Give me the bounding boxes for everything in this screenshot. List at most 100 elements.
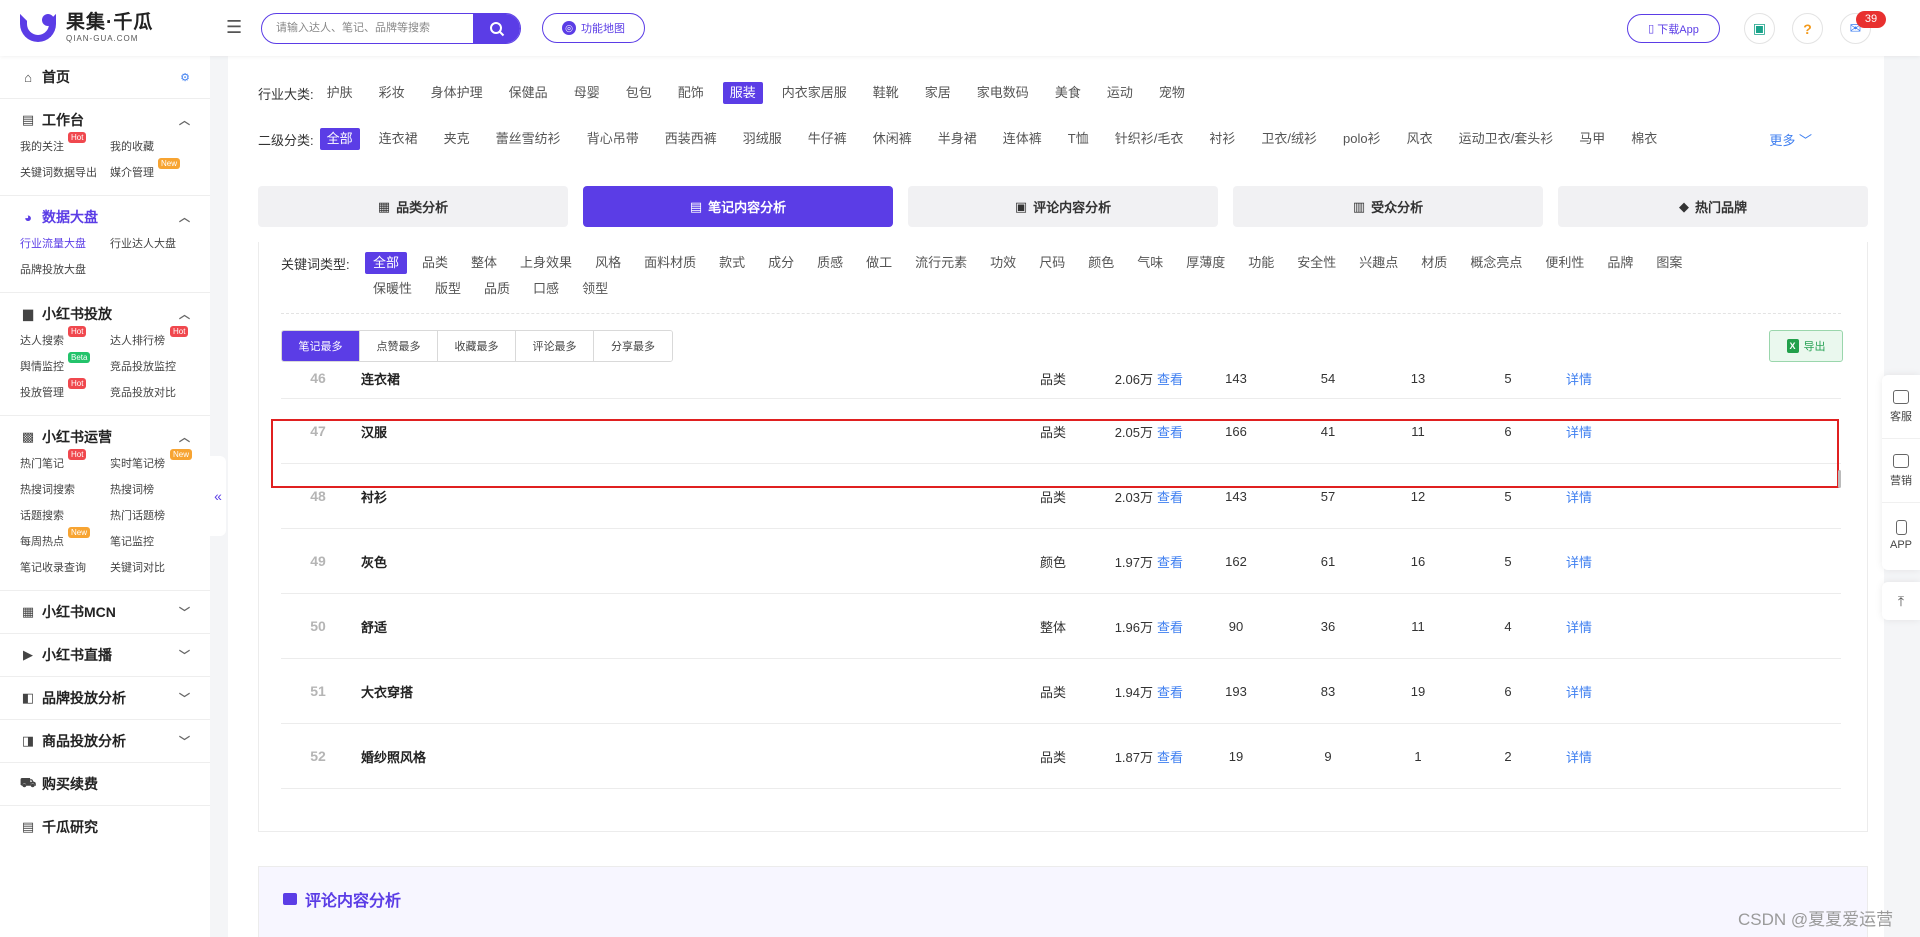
keyword-type-chip[interactable]: 材质 [1413, 252, 1455, 274]
sidebar-section-workbench[interactable]: ▤ 工作台 ︿ [20, 99, 190, 141]
view-link[interactable]: 查看 [1157, 724, 1183, 788]
keyword-type-chip[interactable]: 图案 [1648, 252, 1690, 274]
keyword-type-chip[interactable]: 功能 [1240, 252, 1282, 274]
industry-chip[interactable]: 宠物 [1152, 82, 1192, 104]
sidebar-section-xhs-ops[interactable]: ▩ 小红书运营 ︿ [20, 416, 190, 458]
download-app-button[interactable]: ▯ 下载App [1627, 14, 1720, 43]
industry-chip[interactable]: 服装 [722, 82, 763, 104]
sidebar-link[interactable]: 品牌投放大盘 [20, 260, 110, 280]
detail-link[interactable]: 详情 [1529, 724, 1629, 788]
industry-chip[interactable]: 运动 [1100, 82, 1140, 104]
industry-chip[interactable]: 彩妆 [372, 82, 412, 104]
sidebar-link[interactable]: 媒介管理 New [110, 158, 200, 183]
subcategory-chip[interactable]: 羽绒服 [736, 128, 789, 150]
settings-icon[interactable]: ⚙ [180, 71, 190, 84]
help-icon[interactable]: ? [1792, 13, 1823, 44]
industry-chip[interactable]: 鞋靴 [866, 82, 906, 104]
keyword-type-chip[interactable]: 品类 [414, 252, 456, 274]
sidebar-section-xhs-ads[interactable]: ▆ 小红书投放 ︿ [20, 293, 190, 335]
sidebar-link[interactable]: 笔记监控 [110, 532, 200, 552]
view-link[interactable]: 查看 [1157, 358, 1183, 398]
view-link[interactable]: 查看 [1157, 464, 1183, 528]
search-input[interactable] [276, 14, 466, 42]
keyword-type-chip[interactable]: 品质 [476, 278, 518, 300]
keyword-type-chip[interactable]: 整体 [463, 252, 505, 274]
industry-chip[interactable]: 家居 [918, 82, 958, 104]
tab-comment-content-analysis[interactable]: ▣ 评论内容分析 [908, 186, 1218, 227]
keyword-type-chip[interactable]: 颜色 [1080, 252, 1122, 274]
industry-chip[interactable]: 身体护理 [424, 82, 490, 104]
sidebar-link[interactable]: 行业达人大盘 [110, 234, 200, 254]
sort-most-saves[interactable]: 收藏最多 [438, 331, 516, 361]
subcategory-chip[interactable]: 背心吊带 [580, 128, 646, 150]
collapse-sidebar-icon[interactable]: « [210, 456, 226, 536]
sidebar-section-brand-ads[interactable]: ◧ 品牌投放分析 ﹀ [20, 677, 190, 719]
keyword-type-chip[interactable]: 流行元素 [907, 252, 975, 274]
keyword-type-chip[interactable]: 领型 [574, 278, 616, 300]
sidebar-link[interactable]: 竞品投放监控 [110, 357, 200, 377]
subcategory-chip[interactable]: 连体裤 [996, 128, 1049, 150]
tab-note-content-analysis[interactable]: ▤ 笔记内容分析 [583, 186, 893, 227]
industry-chip[interactable]: 包包 [619, 82, 659, 104]
view-link[interactable]: 查看 [1157, 529, 1183, 593]
more-categories-button[interactable]: 更多 ﹀ [1769, 130, 1812, 149]
sidebar-link[interactable]: 热门话题榜 [110, 506, 200, 526]
sidebar-link[interactable]: 每周热点 New [20, 527, 110, 552]
subcategory-chip[interactable]: 棉衣 [1624, 128, 1664, 150]
scrollbar[interactable] [1838, 470, 1841, 488]
sidebar-link[interactable]: 竞品投放对比 [110, 383, 200, 403]
sidebar-link[interactable]: 达人搜索 Hot [20, 326, 110, 351]
sidebar-link[interactable]: 我的收藏 [110, 137, 200, 157]
sidebar-item-home[interactable]: ⌂ 首页 ⚙ [20, 56, 190, 98]
sidebar-link[interactable]: 实时笔记榜 New [110, 449, 200, 474]
sidebar-section-xhs-live[interactable]: ▶ 小红书直播 ﹀ [20, 634, 190, 676]
sidebar-item-research[interactable]: ▤ 千瓜研究 [20, 806, 190, 848]
detail-link[interactable]: 详情 [1529, 464, 1629, 528]
subcategory-chip[interactable]: 马甲 [1572, 128, 1612, 150]
detail-link[interactable]: 详情 [1529, 659, 1629, 723]
menu-toggle-icon[interactable]: ☰ [226, 17, 246, 37]
keyword-type-chip[interactable]: 安全性 [1289, 252, 1344, 274]
sidebar-link-active[interactable]: 行业流量大盘 [20, 234, 110, 254]
keyword-type-chip[interactable]: 口感 [525, 278, 567, 300]
sidebar-link[interactable]: 关键词数据导出 [20, 163, 110, 183]
subcategory-chip[interactable]: T恤 [1061, 128, 1096, 150]
sort-most-shares[interactable]: 分享最多 [594, 331, 672, 361]
sort-most-likes[interactable]: 点赞最多 [360, 331, 438, 361]
subcategory-chip[interactable]: polo衫 [1336, 128, 1388, 150]
sidebar-section-data-dashboard[interactable]: ◕ 数据大盘 ︿ [20, 196, 190, 238]
sidebar-link[interactable]: 笔记收录查询 [20, 558, 110, 578]
keyword-type-chip[interactable]: 便利性 [1537, 252, 1592, 274]
search-button[interactable] [473, 14, 520, 43]
marketing-button[interactable]: 营销 [1882, 439, 1920, 503]
sidebar-section-product-ads[interactable]: ◨ 商品投放分析 ﹀ [20, 720, 190, 762]
subcategory-chip[interactable]: 牛仔裤 [801, 128, 854, 150]
keyword-type-chip[interactable]: 全部 [365, 252, 408, 274]
subcategory-chip[interactable]: 半身裙 [931, 128, 984, 150]
sidebar-link[interactable]: 我的关注 Hot [20, 132, 110, 157]
keyword-type-chip[interactable]: 尺码 [1031, 252, 1073, 274]
keyword-type-chip[interactable]: 品牌 [1599, 252, 1641, 274]
subcategory-chip[interactable]: 针织衫/毛衣 [1108, 128, 1191, 150]
sort-most-comments[interactable]: 评论最多 [516, 331, 594, 361]
subcategory-chip[interactable]: 卫衣/绒衫 [1254, 128, 1324, 150]
keyword-type-chip[interactable]: 款式 [711, 252, 753, 274]
detail-link[interactable]: 详情 [1529, 594, 1629, 658]
keyword-type-chip[interactable]: 成分 [760, 252, 802, 274]
keyword-type-chip[interactable]: 厚薄度 [1178, 252, 1233, 274]
logo[interactable]: 果集·千瓜 QIAN-GUA.COM [18, 10, 153, 46]
subcategory-chip[interactable]: 全部 [319, 128, 360, 150]
industry-chip[interactable]: 保健品 [502, 82, 555, 104]
keyword-type-chip[interactable]: 概念亮点 [1462, 252, 1530, 274]
keyword-type-chip[interactable]: 版型 [427, 278, 469, 300]
view-link[interactable]: 查看 [1157, 659, 1183, 723]
sidebar-link[interactable]: 热搜词榜 [110, 480, 200, 500]
sidebar-link[interactable]: 投放管理 Hot [20, 378, 110, 403]
keyword-type-chip[interactable]: 保暖性 [365, 278, 420, 300]
sidebar-link[interactable]: 热搜词搜索 [20, 480, 110, 500]
tab-category-analysis[interactable]: ▦ 品类分析 [258, 186, 568, 227]
sidebar-link[interactable]: 话题搜索 [20, 506, 110, 526]
industry-chip[interactable]: 美食 [1048, 82, 1088, 104]
keyword-type-chip[interactable]: 功效 [982, 252, 1024, 274]
sidebar-link[interactable]: 舆情监控 Beta [20, 352, 110, 377]
